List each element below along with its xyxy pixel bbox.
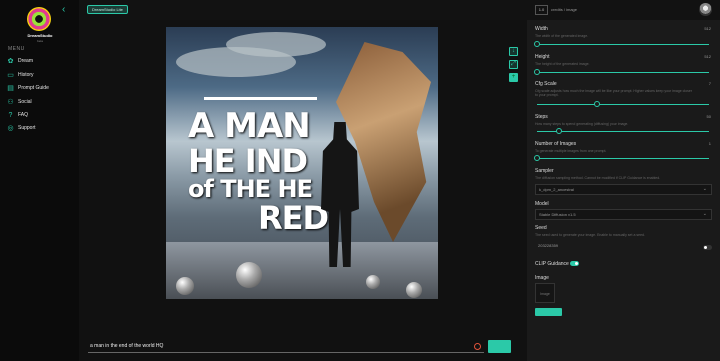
upload-button[interactable] bbox=[535, 308, 562, 316]
sphere bbox=[366, 275, 380, 289]
credits-value: 1.0 bbox=[535, 5, 548, 15]
sidebar-item-social[interactable]: ⚇ Social bbox=[7, 97, 77, 107]
sampler-value: k_dpm_2_ancestral bbox=[539, 187, 574, 192]
dreamstudio-logo[interactable] bbox=[27, 7, 51, 31]
title-rule bbox=[204, 97, 317, 100]
height-slider[interactable] bbox=[534, 69, 709, 75]
art-title-line1: A MAN bbox=[188, 106, 311, 146]
num-images-label: Number of Images bbox=[535, 141, 577, 147]
clip-toggle[interactable] bbox=[570, 261, 579, 266]
width-label: Width bbox=[535, 26, 548, 32]
history-icon: ▭ bbox=[7, 71, 14, 79]
collapse-sidebar-icon[interactable]: ‹ bbox=[62, 4, 65, 15]
num-images-slider[interactable] bbox=[534, 155, 709, 161]
sidebar-item-history[interactable]: ▭ History bbox=[7, 70, 77, 80]
chevron-down-icon: ⌄ bbox=[702, 186, 707, 192]
download-icon[interactable]: ↓ bbox=[509, 47, 518, 56]
art-title-line2: HE IND bbox=[188, 142, 308, 180]
art-title-line3: of THE HE bbox=[188, 175, 313, 203]
support-icon: ◎ bbox=[7, 124, 14, 132]
steps-value[interactable]: 50 bbox=[707, 114, 711, 119]
credits-label: credits / image bbox=[551, 7, 578, 12]
sidebar-item-label: Social bbox=[18, 99, 32, 105]
seed-desc: The seed used to generate your image. En… bbox=[535, 233, 645, 237]
sidebar: DreamStudio beta ‹ MENU ✿ Dream ▭ Histor… bbox=[0, 0, 79, 361]
cfg-desc: Cfg scale adjusts how much the image wil… bbox=[535, 89, 692, 97]
num-images-desc: To generate multiple images from one pro… bbox=[535, 149, 607, 153]
sidebar-item-dream[interactable]: ✿ Dream bbox=[7, 56, 77, 66]
cfg-label: Cfg Scale bbox=[535, 81, 557, 87]
sidebar-item-label: Prompt Guide bbox=[18, 85, 49, 91]
generated-image[interactable]: A MAN HE IND of THE HE RED bbox=[166, 27, 438, 299]
sphere bbox=[236, 262, 262, 288]
seed-toggle[interactable] bbox=[703, 245, 712, 250]
sidebar-item-label: Dream bbox=[18, 58, 34, 64]
steps-slider-knob[interactable] bbox=[556, 128, 563, 134]
topbar: DreamStudio Lite 1.0 credits / image bbox=[79, 0, 720, 20]
book-icon: ▤ bbox=[7, 84, 14, 92]
cloud bbox=[226, 32, 326, 57]
chevron-down-icon: ⌄ bbox=[702, 211, 707, 217]
cfg-slider-knob[interactable] bbox=[594, 101, 601, 107]
width-desc: The width of the generated image. bbox=[535, 34, 589, 38]
prompt-input[interactable]: a man in the end of the world HQ bbox=[88, 341, 484, 353]
help-icon: ? bbox=[8, 111, 13, 119]
sidebar-item-prompt-guide[interactable]: ▤ Prompt Guide bbox=[7, 83, 77, 93]
width-value[interactable]: 512 bbox=[704, 26, 711, 31]
sampler-desc: The diffusion sampling method. Cannot be… bbox=[535, 176, 661, 180]
menu-label: MENU bbox=[8, 46, 25, 52]
sidebar-item-label: History bbox=[18, 72, 34, 78]
sphere bbox=[406, 282, 422, 298]
ground bbox=[166, 242, 438, 299]
dream-button[interactable] bbox=[488, 340, 511, 353]
settings-panel: Width 512 The width of the generated ima… bbox=[527, 20, 720, 361]
app-version-pill[interactable]: DreamStudio Lite bbox=[87, 5, 128, 14]
canvas-area: A MAN HE IND of THE HE RED ↓ ⤢ + bbox=[79, 20, 527, 361]
people-icon: ⚇ bbox=[7, 98, 14, 106]
add-icon[interactable]: + bbox=[509, 73, 518, 82]
height-value[interactable]: 512 bbox=[704, 54, 711, 59]
seed-value: 203228359 bbox=[538, 243, 559, 248]
model-label: Model bbox=[535, 201, 549, 207]
dream-icon: ✿ bbox=[7, 57, 14, 65]
steps-label: Steps bbox=[535, 114, 548, 120]
model-value: Stable Diffusion v1.5 bbox=[539, 212, 576, 217]
art-title-line4: RED bbox=[258, 199, 329, 237]
sphere bbox=[176, 277, 194, 295]
seed-label: Seed bbox=[535, 225, 547, 231]
seed-input[interactable]: 203228359 bbox=[535, 241, 700, 252]
app-subtitle: beta bbox=[37, 39, 43, 43]
width-slider-knob[interactable] bbox=[534, 41, 540, 47]
num-images-slider-knob[interactable] bbox=[534, 155, 540, 161]
steps-slider[interactable] bbox=[537, 128, 709, 134]
height-slider-knob[interactable] bbox=[534, 69, 540, 75]
cfg-value[interactable]: 7 bbox=[709, 81, 711, 86]
num-images-value[interactable]: 1 bbox=[709, 141, 711, 146]
sidebar-item-faq[interactable]: ? FAQ bbox=[7, 110, 77, 120]
image-tools: ↓ ⤢ + bbox=[509, 47, 518, 86]
expand-icon[interactable]: ⤢ bbox=[509, 60, 518, 69]
clip-label: CLIP Guidance bbox=[535, 261, 569, 267]
app-name: DreamStudio bbox=[27, 33, 53, 38]
height-label: Height bbox=[535, 54, 550, 60]
sidebar-item-label: FAQ bbox=[18, 112, 29, 118]
width-slider[interactable] bbox=[534, 41, 709, 47]
clear-prompt-icon[interactable] bbox=[474, 343, 481, 350]
image-label: Image bbox=[535, 275, 549, 281]
sidebar-item-support[interactable]: ◎ Support bbox=[7, 123, 77, 133]
steps-desc: How many steps to spend generating (diff… bbox=[535, 122, 629, 126]
image-dropzone[interactable]: Image bbox=[535, 283, 555, 303]
sampler-select[interactable]: k_dpm_2_ancestral ⌄ bbox=[535, 184, 712, 195]
height-desc: The height of the generated image. bbox=[535, 62, 590, 66]
sidebar-item-label: Support bbox=[18, 125, 36, 131]
model-select[interactable]: Stable Diffusion v1.5 ⌄ bbox=[535, 209, 712, 220]
cfg-slider[interactable] bbox=[537, 101, 709, 107]
avatar[interactable] bbox=[699, 3, 712, 16]
sampler-label: Sampler bbox=[535, 168, 554, 174]
